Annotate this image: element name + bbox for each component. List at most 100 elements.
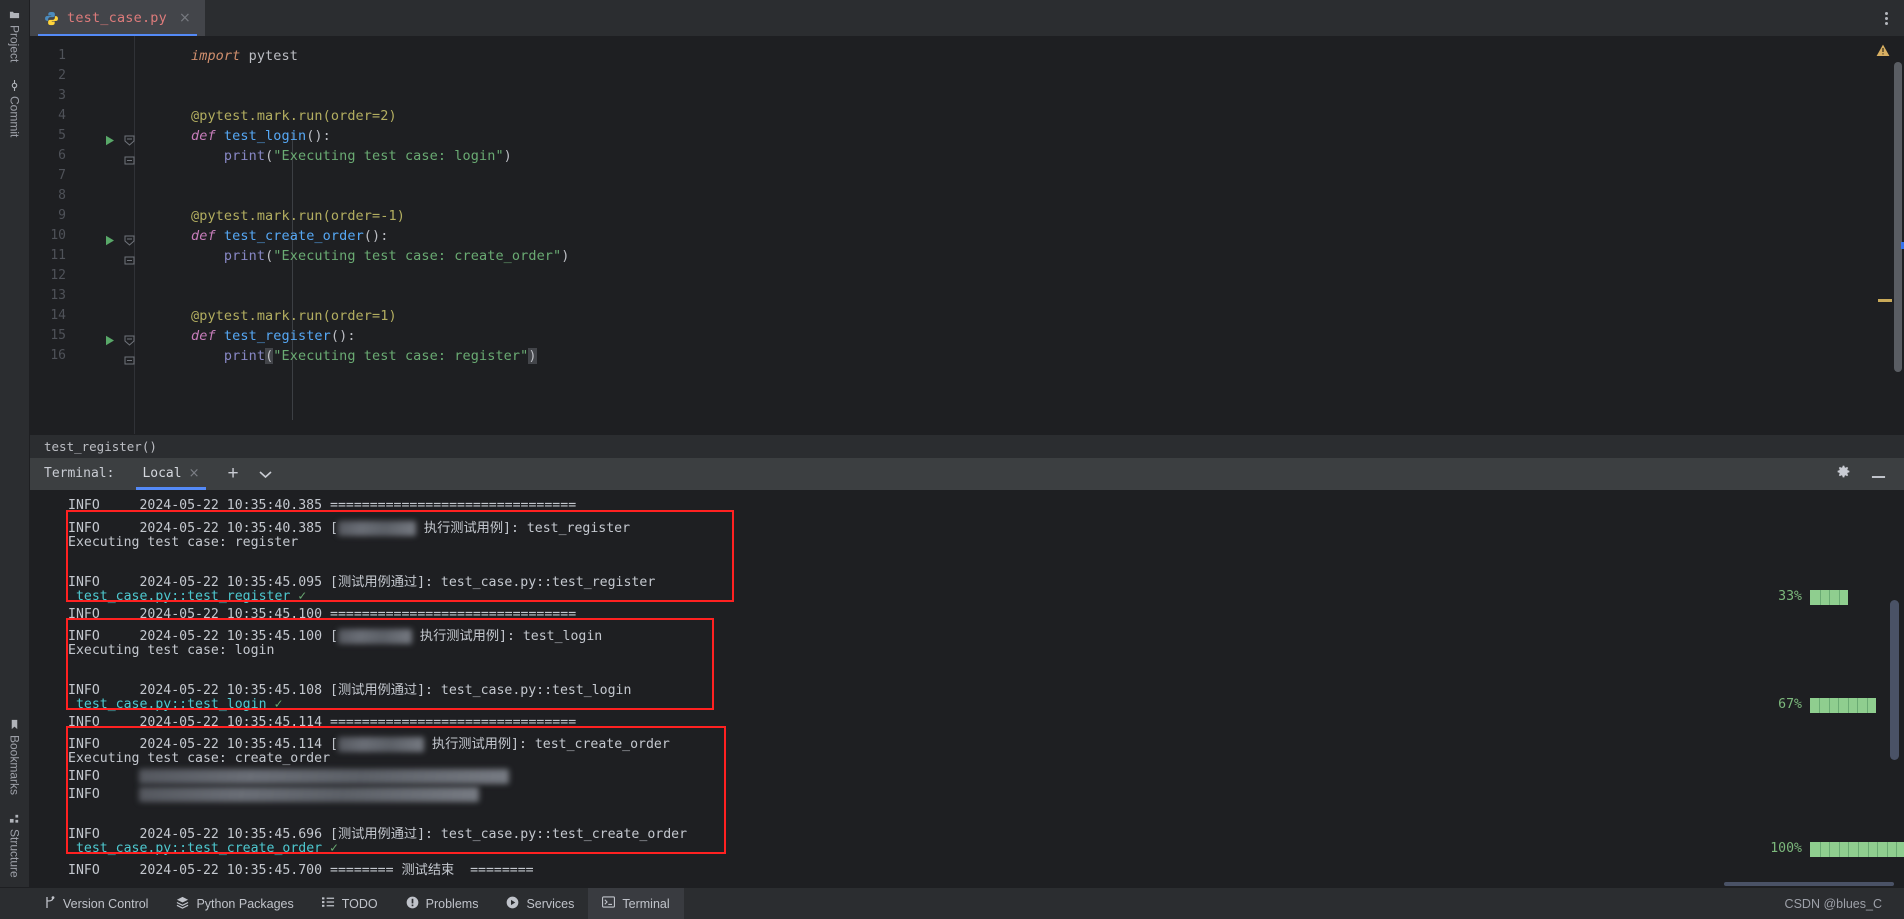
services-play-icon xyxy=(506,896,519,912)
minimize-icon[interactable] xyxy=(1871,464,1886,483)
terminal-line: INFO 2024-05-22 10:35:40.385 [ 执行测试用例]: … xyxy=(68,520,631,536)
terminal-vertical-scrollbar[interactable] xyxy=(1890,599,1899,760)
terminal-line: INFO 2024-05-22 10:35:45.114 [ 执行测试用例]: … xyxy=(68,736,670,752)
terminal-line: Executing test case: register xyxy=(68,534,299,550)
packages-icon xyxy=(176,896,189,912)
terminal-line: Executing test case: create_order xyxy=(68,750,331,766)
gear-icon[interactable] xyxy=(1836,464,1851,483)
terminal-toolbar: Terminal: Local × + xyxy=(30,457,1904,490)
code-line[interactable]: print("Executing test case: login") xyxy=(191,148,512,164)
watermark-label: CSDN @blues_C xyxy=(1784,896,1882,911)
terminal-horizontal-scrollbar[interactable] xyxy=(30,881,1904,887)
warning-marker[interactable] xyxy=(1878,299,1892,302)
more-options-icon[interactable] xyxy=(1869,0,1904,36)
status-item-services[interactable]: Services xyxy=(492,888,588,919)
sidebar-item-bookmarks[interactable]: Bookmarks xyxy=(0,710,29,804)
terminal-tab-label: Local xyxy=(142,466,182,481)
progress-percent-label: 67% xyxy=(1778,696,1802,712)
line-number: 16 xyxy=(50,348,66,363)
terminal-line: Executing test case: login xyxy=(68,642,275,658)
line-number: 1 xyxy=(58,48,66,63)
breadcrumb[interactable]: test_register() xyxy=(30,433,1904,458)
sidebar-item-label: Structure xyxy=(7,829,22,878)
code-line[interactable]: def test_login(): xyxy=(191,128,331,144)
terminal-line: INFO 2024-05-22 10:35:45.100 ===========… xyxy=(68,606,577,622)
code-line[interactable]: print("Executing test case: create_order… xyxy=(191,248,570,264)
editor-and-terminal: test_case.py × 1 2 3 4 5 6 7 8 9 10 11 12 13 14 15 16 i… xyxy=(30,0,1904,887)
status-item-terminal[interactable]: Terminal xyxy=(588,888,684,919)
line-number: 5 xyxy=(58,128,66,143)
line-number: 6 xyxy=(58,148,66,163)
sidebar-item-project[interactable]: Project xyxy=(0,0,29,71)
code-line[interactable]: import pytest xyxy=(191,48,298,64)
terminal-line: INFO 2024-05-22 10:35:45.696 [测试用例通过]: t… xyxy=(68,826,688,842)
problems-icon xyxy=(406,896,419,912)
editor-tab-label: test_case.py xyxy=(67,10,167,26)
code-line[interactable]: @pytest.mark.run(order=1) xyxy=(191,308,397,324)
terminal-toolbar-actions xyxy=(1836,464,1904,483)
sidebar-item-label: Commit xyxy=(7,96,22,138)
terminal-line: test_case.py::test_create_order ✓ xyxy=(75,840,338,856)
fold-collapse-icon[interactable] xyxy=(124,231,135,250)
terminal-line: test_case.py::test_login ✓ xyxy=(75,696,283,712)
line-number: 13 xyxy=(50,288,66,303)
fold-end-icon[interactable] xyxy=(124,351,135,370)
fold-collapse-icon[interactable] xyxy=(124,131,135,150)
sidebar-item-structure[interactable]: Structure xyxy=(0,804,29,887)
line-number: 10 xyxy=(50,228,66,243)
run-test-icon[interactable] xyxy=(105,131,115,150)
terminal-tab-local[interactable]: Local × xyxy=(136,458,206,490)
status-item-todo[interactable]: TODO xyxy=(308,888,392,919)
warning-triangle-icon[interactable] xyxy=(1876,42,1890,61)
run-test-icon[interactable] xyxy=(105,231,115,250)
editor-marker-strip[interactable] xyxy=(1878,36,1904,434)
terminal-line: INFO xyxy=(68,768,510,784)
progress-bar xyxy=(1810,697,1876,713)
fold-collapse-icon[interactable] xyxy=(124,331,135,350)
chevron-down-icon[interactable] xyxy=(259,464,272,483)
status-item-label: Terminal xyxy=(622,896,670,911)
code-line[interactable]: print("Executing test case: register") xyxy=(191,348,537,364)
line-number: 3 xyxy=(58,88,66,103)
sidebar-item-commit[interactable]: Commit xyxy=(0,71,29,146)
close-icon[interactable]: × xyxy=(179,11,191,25)
code-editor[interactable]: 1 2 3 4 5 6 7 8 9 10 11 12 13 14 15 16 import pytest @py… xyxy=(30,36,1904,434)
editor-tab-bar: test_case.py × xyxy=(30,0,1904,36)
fold-end-icon[interactable] xyxy=(124,151,135,170)
progress-bar xyxy=(1810,841,1904,857)
todo-list-icon xyxy=(321,896,335,911)
terminal-line: INFO 2024-05-22 10:35:45.100 [ 执行测试用例]: … xyxy=(68,628,603,644)
left-tool-rail: Project Commit Bookmarks Structure xyxy=(0,0,30,887)
code-content[interactable]: import pytest @pytest.mark.run(order=2) de… xyxy=(135,36,1904,434)
terminal-line: test_case.py::test_register ✓ xyxy=(75,588,307,604)
status-item-version-control[interactable]: Version Control xyxy=(30,888,162,919)
close-icon[interactable]: × xyxy=(189,466,200,481)
breadcrumb-label: test_register() xyxy=(44,438,157,454)
terminal-output[interactable]: INFO 2024-05-22 10:35:40.385 ===========… xyxy=(30,489,1904,887)
fold-end-icon[interactable] xyxy=(124,251,135,270)
sidebar-item-label: Bookmarks xyxy=(7,735,22,796)
code-line[interactable]: def test_create_order(): xyxy=(191,228,388,244)
editor-vertical-scrollbar[interactable] xyxy=(1894,62,1902,372)
editor-gutter[interactable]: 1 2 3 4 5 6 7 8 9 10 11 12 13 14 15 16 xyxy=(30,36,135,434)
status-item-label: TODO xyxy=(341,896,378,911)
status-item-label: Version Control xyxy=(63,896,149,911)
code-line[interactable]: @pytest.mark.run(order=2) xyxy=(191,108,397,124)
line-number: 14 xyxy=(50,308,66,323)
progress-bar xyxy=(1810,589,1848,605)
status-item-problems[interactable]: Problems xyxy=(392,888,493,919)
status-item-label: Python Packages xyxy=(196,896,294,911)
indent-guide xyxy=(292,132,293,420)
code-line[interactable]: def test_register(): xyxy=(191,328,356,344)
left-rail-bottom-group: Bookmarks Structure xyxy=(0,710,29,887)
line-number: 9 xyxy=(58,208,66,223)
editor-tab-test-case-py[interactable]: test_case.py × xyxy=(30,0,205,36)
status-item-python-packages[interactable]: Python Packages xyxy=(162,888,307,919)
code-line[interactable]: @pytest.mark.run(order=-1) xyxy=(191,208,405,224)
ide-window: Project Commit Bookmarks Structure test_… xyxy=(0,0,1904,919)
run-test-icon[interactable] xyxy=(105,331,115,350)
add-terminal-button[interactable]: + xyxy=(228,464,239,483)
terminal-line: INFO 2024-05-22 10:35:45.108 [测试用例通过]: t… xyxy=(68,682,632,698)
commit-icon xyxy=(9,80,20,92)
terminal-line: INFO 2024-05-22 10:35:45.114 ===========… xyxy=(68,714,577,730)
